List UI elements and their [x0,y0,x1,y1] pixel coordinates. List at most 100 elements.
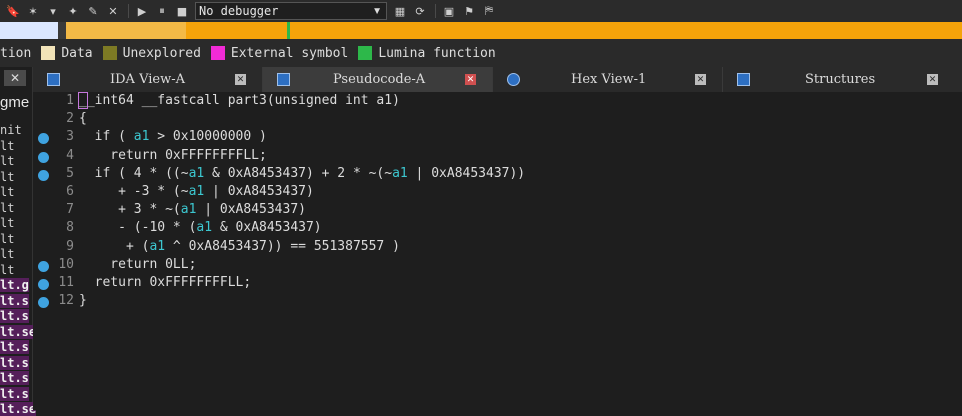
struct-icon[interactable]: ▣ [442,4,456,18]
code-token: } [79,293,87,309]
segment-list-item[interactable]: lt.s [0,386,29,401]
pause-icon[interactable]: ⏸ [155,4,169,18]
code-line[interactable]: if ( a1 > 0x10000000 ) [79,129,267,144]
graph-icon[interactable]: ▦ [393,4,407,18]
code-token: _ [78,92,88,109]
code-token: { [79,111,87,127]
segment-list-item[interactable]: lt.se [0,402,37,416]
bookmark-icon[interactable]: 🔖 [6,4,20,18]
navigation-band[interactable] [0,22,962,39]
code-token: | 0xA8453437) [196,202,306,218]
code-token: return 0xFFFFFFFFLL; [79,147,267,163]
legend-label-unexplored: Unexplored [122,45,201,61]
tree-icon[interactable]: ⚑ [462,4,476,18]
nav-segment-data [66,22,186,39]
code-line[interactable]: { [79,111,87,126]
tab-close-icon[interactable]: ✕ [695,74,706,85]
line-gutter[interactable]: 1 2 3 4 5 6 7 8 9 10 11 12 [33,92,79,410]
segment-list-item[interactable]: lt.s [0,293,29,308]
code-variable: a1 [180,202,197,218]
segment-list-item[interactable]: lt.se [0,324,37,339]
pseudocode-icon [277,73,290,86]
segment-list-item[interactable]: lt [0,154,14,168]
code-line[interactable]: + 3 * ~(a1 | 0xA8453437) [79,202,306,217]
pin-icon[interactable]: ✦ [66,4,80,18]
refresh-icon[interactable]: ⟳ [413,4,427,18]
breakpoint-dot-icon[interactable] [38,260,49,272]
code-line[interactable]: __int64 __fastcall part3(unsigned int a1… [78,92,400,109]
code-token: _int64 __fastcall part3(unsigned int a1) [86,93,400,108]
segment-list-item[interactable]: lt [0,232,14,246]
tab-pseudocode-a[interactable]: Pseudocode-A ✕ [263,67,493,92]
segment-list-item[interactable]: lt.s [0,355,29,370]
line-number: 8 [66,220,74,236]
arrow-down-icon[interactable]: ▾ [46,4,60,18]
code-token: & 0xA8453437) [212,220,322,236]
code-line[interactable]: - (-10 * (a1 & 0xA8453437) [79,220,322,235]
code-line[interactable]: return 0LL; [79,257,196,272]
magic-icon[interactable]: ✶ [26,4,40,18]
code-token: & 0xA8453437) + 2 * ~(~ [204,165,393,181]
code-line[interactable]: return 0xFFFFFFFFLL; [79,148,267,163]
chevron-down-icon: ▼ [372,5,382,17]
segment-list-item[interactable]: lt.s [0,371,29,385]
segment-list-item[interactable]: lt [0,263,14,277]
toolbar: 🔖 ✶ ▾ ✦ ✎ ✕ ▶ ⏸ ■ No debugger ▼ ▦ ⟳ ▣ ⚑ … [0,0,962,22]
code-line[interactable]: } [79,293,87,308]
segment-list-item[interactable]: lt [0,247,14,261]
legend-label-external-symbol: External symbol [230,45,349,61]
tab-close-icon[interactable]: ✕ [927,74,938,85]
debugger-select-value: No debugger [199,4,279,18]
tab-label: IDA View-A [110,72,185,87]
code-variable: a1 [149,238,166,254]
toolbar-separator [128,4,129,18]
segment-list-item[interactable]: lt [0,139,14,153]
legend-swatch-lumina [358,46,373,60]
flag-icon[interactable]: ⛿ [482,4,496,18]
tab-close-icon[interactable]: ✕ [235,74,246,85]
legend-bar: tion Data Unexplored External symbol Lum… [0,39,962,67]
breakpoint-dot-icon[interactable] [38,279,49,290]
segment-list-item[interactable]: lt.s [0,309,29,323]
legend-swatch-data [41,46,56,60]
tab-label: Structures [805,72,876,87]
code-token: if ( [79,129,134,145]
close-icon[interactable]: ✕ [106,4,120,18]
view-tabs: IDA View-A ✕ Pseudocode-A ✕ Hex View-1 ✕… [33,67,962,92]
tab-hex-view-1[interactable]: Hex View-1 ✕ [493,67,723,92]
edit-icon[interactable]: ✎ [86,4,100,18]
stop-icon[interactable]: ■ [175,4,189,18]
code-line[interactable]: if ( 4 * ((~a1 & 0xA8453437) + 2 * ~(~a1… [79,165,526,181]
debugger-select[interactable]: No debugger ▼ [195,2,387,20]
panel-close-button[interactable]: ✕ [4,70,26,86]
breakpoint-dot-icon[interactable] [38,151,49,163]
code-token: ^ 0xA8453437)) == 551387557 ) [165,238,400,254]
legend-swatch-external-symbol [210,46,225,60]
segment-list-item[interactable]: lt [0,216,14,230]
segment-list-item[interactable]: nit [0,123,22,137]
code-token: - (-10 * ( [79,220,197,236]
tab-ida-view-a[interactable]: IDA View-A ✕ [33,67,263,92]
segment-list-item[interactable]: lt.g [0,278,29,292]
code-token: | 0xA8453437) [204,184,314,199]
segment-list-item[interactable]: lt [0,185,14,199]
segment-list-item[interactable]: lt.s [0,340,29,354]
code-line[interactable]: + (a1 ^ 0xA8453437)) == 551387557 ) [79,239,400,254]
code-line[interactable]: + -3 * (~a1 | 0xA8453437) [79,184,314,199]
code-line[interactable]: return 0xFFFFFFFFLL; [79,275,252,290]
code-variable: a1 [392,165,408,181]
code-area[interactable]: __int64 __fastcall part3(unsigned int a1… [78,92,962,410]
tab-label: Hex View-1 [571,72,647,87]
tab-close-icon[interactable]: ✕ [465,74,476,85]
breakpoint-dot-icon[interactable] [38,169,49,181]
segment-list-item[interactable]: lt [0,201,14,215]
nav-segment-marker [58,22,66,39]
line-number: 6 [66,184,74,199]
code-token: + ( [79,238,150,254]
code-token: > 0x10000000 ) [149,129,267,145]
segment-list-item[interactable]: lt [0,170,14,184]
legend-swatch-unexplored [102,46,117,60]
pseudocode-view[interactable]: 1 2 3 4 5 6 7 8 9 10 11 12 __int64 __fastcall part3… [33,92,962,410]
play-icon[interactable]: ▶ [135,4,149,18]
tab-structures[interactable]: Structures ✕ [723,67,962,92]
